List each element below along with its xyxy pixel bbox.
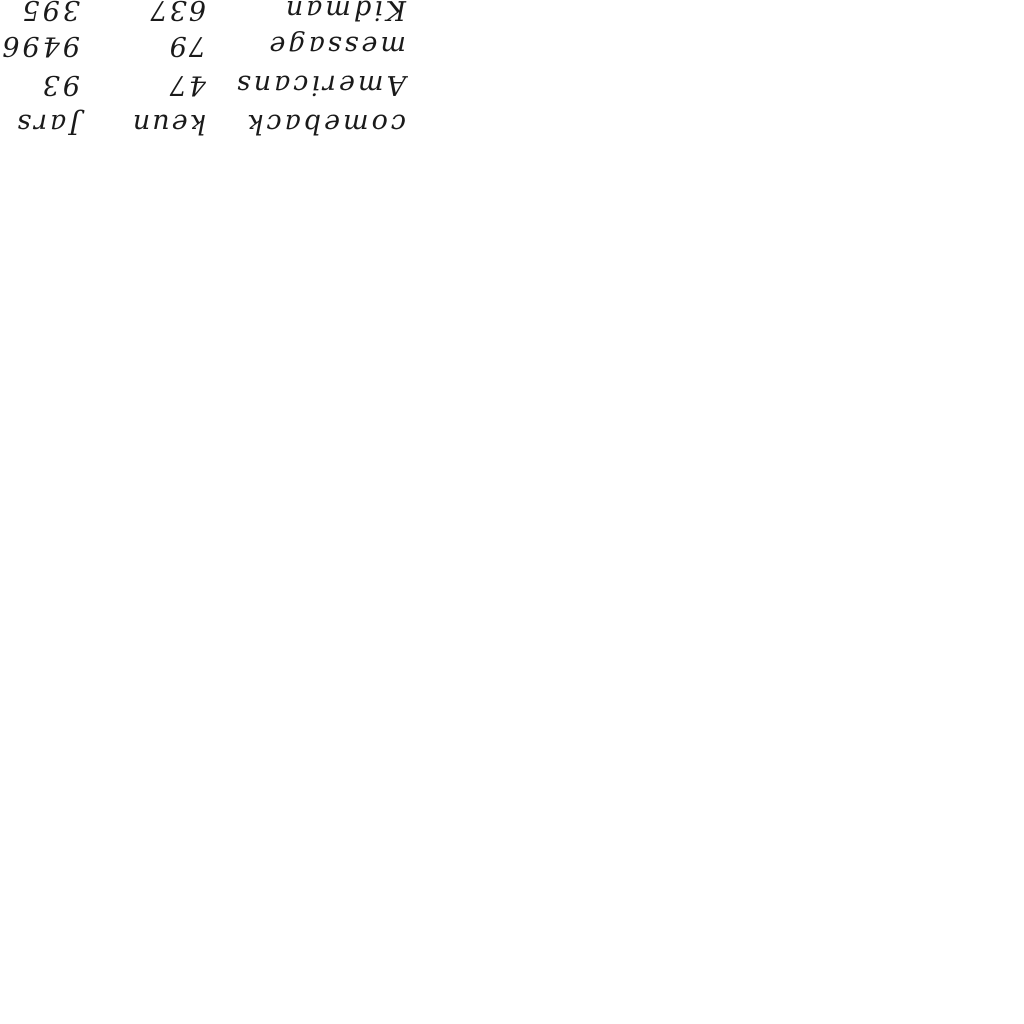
table-cell-value: 93	[39, 69, 80, 100]
table-cell-name: 79	[167, 30, 206, 61]
table-cell-word: message	[266, 30, 406, 61]
handwritten-page: comeback keun Jars Americans 47 93 messa…	[0, 0, 1024, 1024]
table-cell-word: comeback	[244, 108, 406, 139]
table-cell-value: 395	[19, 0, 80, 25]
table-row: Kidman 637 395	[0, 0, 420, 29]
table-cell-name: 637	[148, 0, 206, 25]
table-cell-value: 9496	[0, 30, 80, 61]
table-cell-value: Jars	[14, 108, 80, 139]
table-cell-name: 47	[167, 69, 206, 100]
table-cell-word: Kidman	[282, 0, 406, 25]
table-cell-name: keun	[130, 108, 206, 139]
handwritten-table: comeback keun Jars Americans 47 93 messa…	[0, 0, 420, 165]
table-row: message 79 9496	[0, 25, 420, 65]
table-row: Americans 47 93	[0, 64, 420, 104]
table-cell-word: Americans	[233, 69, 406, 100]
table-row: comeback keun Jars	[0, 103, 420, 143]
